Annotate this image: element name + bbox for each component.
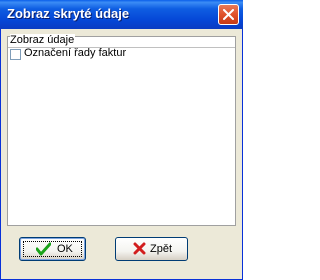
ok-button[interactable]: OK (19, 237, 86, 261)
back-label: Zpět (150, 243, 173, 255)
x-icon (133, 242, 146, 255)
group-label: Zobraz údaje (10, 34, 76, 46)
invoice-series-checkbox[interactable] (10, 49, 21, 60)
invoice-series-label: Označení řady faktur (24, 47, 127, 59)
display-group: Zobraz údaje Označení řady faktur (7, 34, 236, 226)
ok-label: OK (57, 243, 73, 255)
dialog-title: Zobraz skryté údaje (7, 6, 130, 21)
dialog-window: Zobraz skryté údaje Zobraz údaje Označen… (0, 0, 243, 280)
title-bar[interactable]: Zobraz skryté údaje (0, 0, 243, 29)
checkmark-icon (36, 242, 51, 256)
focus-rectangle (23, 241, 82, 257)
close-button[interactable] (218, 4, 239, 25)
back-button[interactable]: Zpět (115, 237, 188, 261)
close-icon (223, 9, 234, 20)
